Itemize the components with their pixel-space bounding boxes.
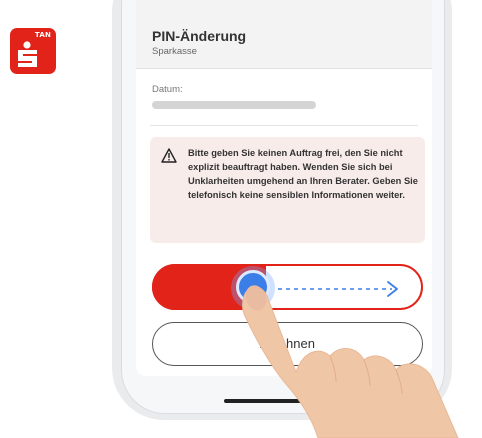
hand-illustration <box>242 285 459 438</box>
